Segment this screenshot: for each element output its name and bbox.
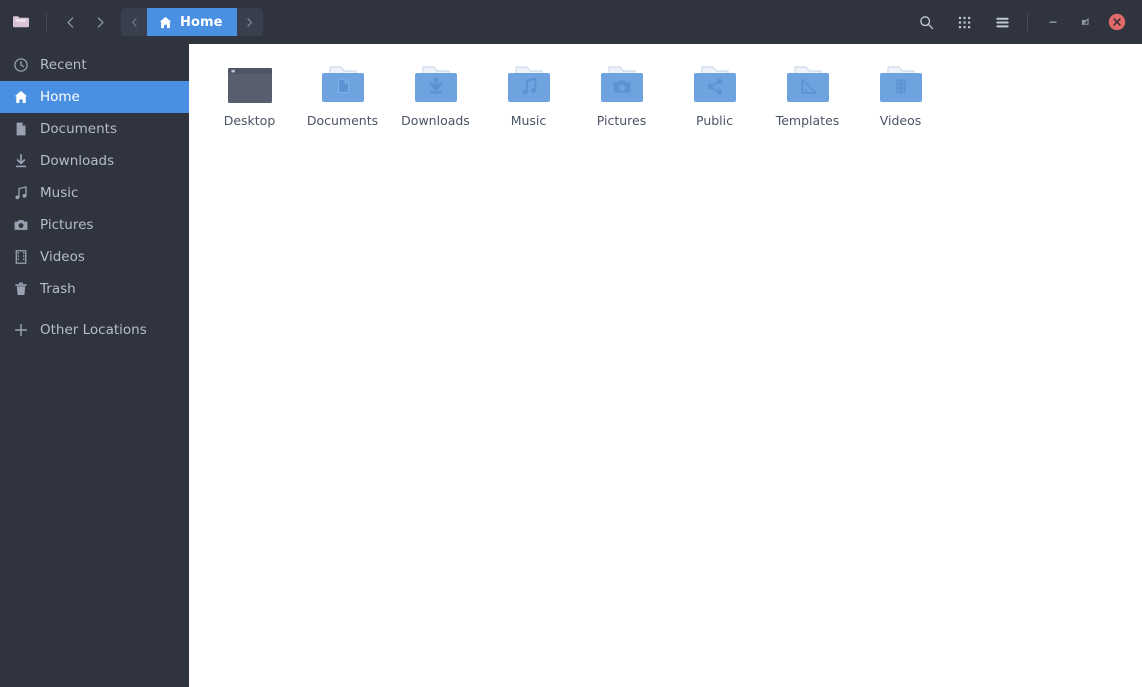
sidebar-item-recent[interactable]: Recent	[0, 49, 189, 81]
sidebar-item-label: Videos	[40, 249, 85, 265]
sidebar-item-label: Other Locations	[40, 322, 147, 338]
home-icon	[158, 15, 173, 30]
file-item-label: Public	[696, 113, 733, 128]
titlebar: Home	[0, 0, 1142, 44]
home-icon	[12, 89, 29, 106]
sidebar-item-label: Trash	[40, 281, 76, 297]
file-item-label: Desktop	[223, 113, 276, 128]
sidebar-item-label: Music	[40, 185, 79, 201]
sidebar-item-label: Home	[40, 89, 80, 105]
sidebar-item-label: Documents	[40, 121, 117, 137]
sidebar-item-videos[interactable]: Videos	[0, 241, 189, 273]
file-browser-area[interactable]: Desktop Documents Downloads Music Pictur…	[189, 44, 1142, 687]
breadcrumb-next-button[interactable]	[237, 8, 263, 36]
folder-pictures-icon	[596, 60, 648, 106]
sidebar: Recent Home Documents Downloads Music Pi…	[0, 44, 189, 687]
camera-icon	[12, 217, 29, 234]
file-item-public[interactable]: Public	[668, 54, 761, 128]
folder-videos-icon	[875, 60, 927, 106]
view-grid-button[interactable]	[947, 8, 981, 36]
maximize-button[interactable]	[1070, 8, 1100, 36]
clock-icon	[12, 57, 29, 74]
menu-button[interactable]	[985, 8, 1019, 36]
breadcrumb: Home	[121, 8, 263, 36]
file-manager-window: Home Recent Home Documents Downloads Mus…	[0, 0, 1142, 687]
sidebar-item-label: Pictures	[40, 217, 94, 233]
search-button[interactable]	[909, 8, 943, 36]
file-item-pictures[interactable]: Pictures	[575, 54, 668, 128]
titlebar-divider	[46, 13, 47, 31]
plus-icon	[12, 322, 29, 339]
desktop-window-icon	[224, 60, 276, 106]
window-controls-divider	[1027, 13, 1028, 31]
minimize-button[interactable]	[1038, 8, 1068, 36]
film-icon	[12, 249, 29, 266]
file-item-label: Pictures	[596, 113, 647, 128]
sidebar-item-home[interactable]: Home	[0, 81, 189, 113]
folder-documents-icon	[317, 60, 369, 106]
folder-downloads-icon	[410, 60, 462, 106]
file-item-documents[interactable]: Documents	[296, 54, 389, 128]
sidebar-item-trash[interactable]: Trash	[0, 273, 189, 305]
music-icon	[12, 185, 29, 202]
icon-grid: Desktop Documents Downloads Music Pictur…	[203, 54, 1142, 128]
sidebar-item-music[interactable]: Music	[0, 177, 189, 209]
forward-button[interactable]	[85, 8, 115, 36]
file-item-label: Videos	[879, 113, 922, 128]
folder-app-icon	[8, 9, 34, 35]
file-item-templates[interactable]: Templates	[761, 54, 854, 128]
folder-music-icon	[503, 60, 555, 106]
folder-public-icon	[689, 60, 741, 106]
file-item-downloads[interactable]: Downloads	[389, 54, 482, 128]
sidebar-item-other-locations[interactable]: Other Locations	[0, 314, 189, 346]
folder-templates-icon	[782, 60, 834, 106]
sidebar-item-documents[interactable]: Documents	[0, 113, 189, 145]
file-item-label: Music	[510, 113, 547, 128]
file-item-music[interactable]: Music	[482, 54, 575, 128]
back-button[interactable]	[55, 8, 85, 36]
breadcrumb-prev-button[interactable]	[121, 8, 147, 36]
file-item-label: Downloads	[401, 113, 470, 128]
file-item-videos[interactable]: Videos	[854, 54, 947, 128]
file-item-label: Documents	[306, 113, 379, 128]
trash-icon	[12, 281, 29, 298]
sidebar-item-label: Downloads	[40, 153, 115, 169]
close-button[interactable]	[1102, 8, 1132, 36]
breadcrumb-label: Home	[180, 14, 223, 30]
file-item-desktop[interactable]: Desktop	[203, 54, 296, 128]
sidebar-item-downloads[interactable]: Downloads	[0, 145, 189, 177]
window-body: Recent Home Documents Downloads Music Pi…	[0, 44, 1142, 687]
sidebar-item-label: Recent	[40, 57, 87, 73]
breadcrumb-item-home[interactable]: Home	[147, 8, 237, 36]
document-icon	[12, 121, 29, 138]
download-icon	[12, 153, 29, 170]
sidebar-item-pictures[interactable]: Pictures	[0, 209, 189, 241]
file-item-label: Templates	[775, 113, 840, 128]
